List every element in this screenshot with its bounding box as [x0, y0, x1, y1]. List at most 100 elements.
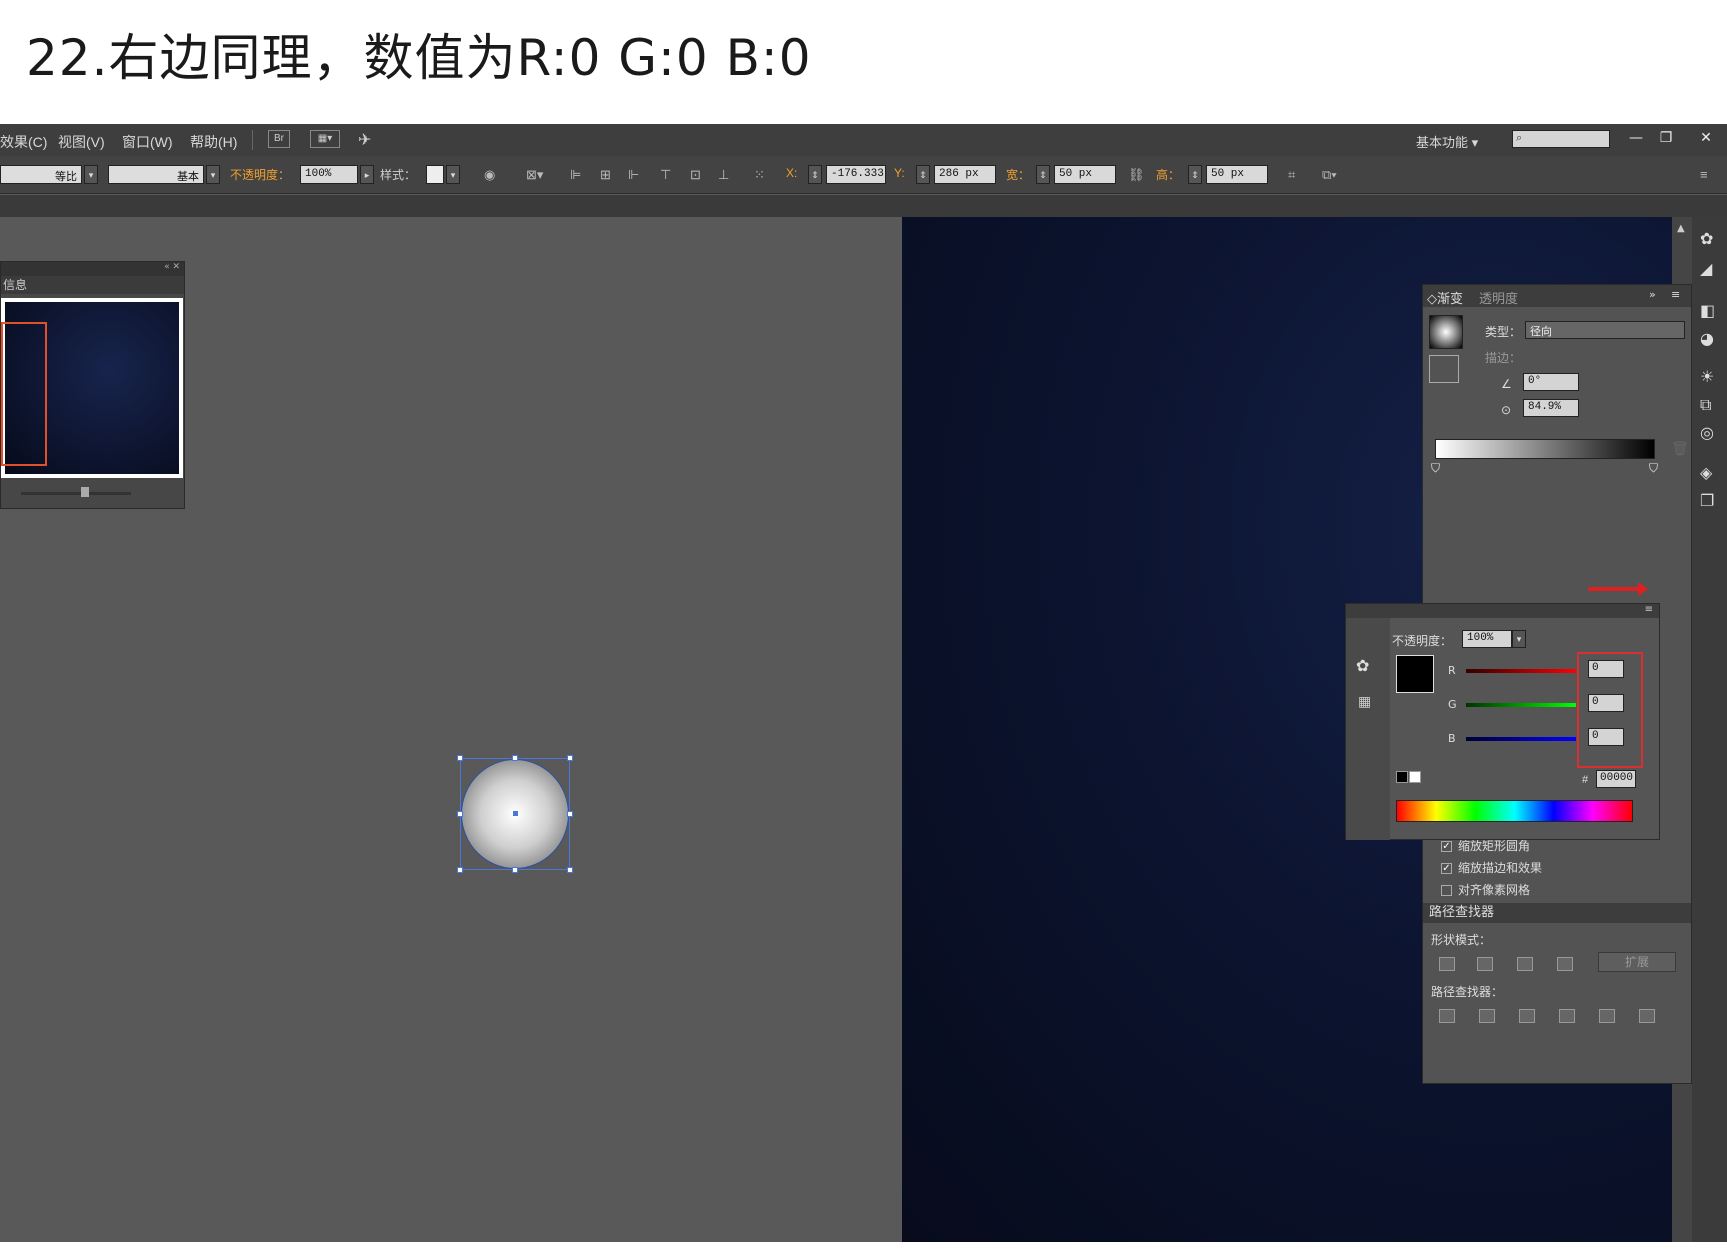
transform-icon[interactable]: ⌗: [1288, 167, 1295, 183]
color-spectrum[interactable]: [1396, 800, 1633, 822]
swatches-icon[interactable]: ▦: [1358, 694, 1371, 710]
brush-dropdown-icon[interactable]: ▾: [206, 165, 220, 184]
collapse-icon[interactable]: »: [1649, 288, 1656, 301]
navigator-header[interactable]: « ✕: [1, 262, 184, 276]
tab-gradient[interactable]: ◇渐变: [1427, 288, 1463, 307]
exclude-icon[interactable]: [1557, 957, 1573, 971]
recolor-icon[interactable]: ◉: [484, 167, 495, 183]
transform-dock-icon[interactable]: ⧉: [1700, 395, 1711, 415]
navigator-view-box[interactable]: [1, 322, 47, 466]
bridge-button[interactable]: Br: [268, 130, 290, 148]
intersect-icon[interactable]: [1517, 957, 1533, 971]
pathfinder-header[interactable]: 路径查找器: [1423, 903, 1691, 923]
crop-icon[interactable]: [1559, 1009, 1575, 1023]
width-stepper-icon[interactable]: ⇕: [1036, 165, 1050, 184]
navigator-zoom-slider[interactable]: [21, 492, 131, 495]
workspace-switcher[interactable]: 基本功能 ▾: [1416, 132, 1478, 151]
navigator-thumbnail[interactable]: [1, 298, 183, 478]
align-left-icon[interactable]: ⊫: [570, 167, 581, 183]
transparency-dock-icon[interactable]: ◧: [1700, 301, 1715, 320]
brush-definition[interactable]: 基本: [108, 165, 204, 184]
handle-bottom-right[interactable]: [567, 867, 573, 873]
opacity-arrow-icon[interactable]: ▸: [360, 165, 374, 184]
g-slider[interactable]: [1466, 703, 1576, 707]
handle-top-right[interactable]: [567, 755, 573, 761]
unite-icon[interactable]: [1439, 957, 1455, 971]
option-scale-strokes[interactable]: ✓ 缩放描边和效果: [1441, 859, 1542, 876]
y-stepper-icon[interactable]: ⇕: [916, 165, 930, 184]
pathfinder-dock-icon[interactable]: ◎: [1700, 423, 1714, 442]
opacity-field[interactable]: 100%: [300, 165, 358, 184]
handle-top[interactable]: [512, 755, 518, 761]
opacity-label[interactable]: 不透明度：: [230, 166, 290, 183]
isolate-icon[interactable]: ⧉▾: [1322, 167, 1337, 183]
profile-dropdown-icon[interactable]: ▾: [84, 165, 98, 184]
handle-bottom[interactable]: [512, 867, 518, 873]
gradient-preview-swatch[interactable]: [1429, 315, 1463, 349]
search-field[interactable]: ⌕: [1512, 130, 1610, 148]
align-to-icon[interactable]: ⊠▾: [526, 167, 543, 183]
option-align-pixel-grid[interactable]: 对齐像素网格: [1441, 881, 1530, 898]
menu-view[interactable]: 视图(V): [58, 132, 105, 152]
scroll-up-icon[interactable]: ▲: [1677, 223, 1685, 234]
panel-menu-icon[interactable]: ≡: [1671, 288, 1680, 301]
color-panel-header[interactable]: ≡: [1346, 604, 1659, 618]
b-slider[interactable]: [1466, 737, 1576, 741]
type-dropdown[interactable]: 径向: [1525, 321, 1685, 339]
merge-icon[interactable]: [1519, 1009, 1535, 1023]
height-stepper-icon[interactable]: ⇕: [1188, 165, 1202, 184]
fill-stroke-icon[interactable]: [1429, 355, 1459, 383]
checkbox-scale-corners[interactable]: ✓: [1441, 841, 1452, 852]
arrange-documents-icon[interactable]: ▦▾: [310, 130, 340, 148]
x-field[interactable]: -176.333: [826, 165, 886, 184]
handle-top-left[interactable]: [457, 755, 463, 761]
align-top-icon[interactable]: ⊤: [660, 167, 671, 183]
minus-front-icon[interactable]: [1477, 957, 1493, 971]
color-swatch-black[interactable]: [1396, 655, 1434, 693]
trim-icon[interactable]: [1479, 1009, 1495, 1023]
align-vcenter-icon[interactable]: ⊡: [690, 167, 701, 183]
expand-button[interactable]: 扩展: [1598, 952, 1676, 972]
panel-menu-icon[interactable]: ≡: [1700, 167, 1708, 182]
handle-left[interactable]: [457, 811, 463, 817]
tab-transparency[interactable]: 透明度: [1479, 288, 1518, 307]
gpu-performance-icon[interactable]: ✈: [358, 130, 371, 149]
color-mode-icon[interactable]: ✿: [1356, 656, 1369, 675]
menu-effect[interactable]: 效果(C): [0, 132, 47, 152]
color-guide-icon[interactable]: ✿: [1700, 229, 1713, 248]
symbols-dock-icon[interactable]: ☀: [1700, 367, 1714, 386]
angle-field[interactable]: 0°: [1523, 373, 1579, 391]
gradient-stop-white[interactable]: ⛉: [1431, 461, 1440, 476]
hex-field[interactable]: 00000: [1596, 770, 1636, 788]
minus-back-icon[interactable]: [1639, 1009, 1655, 1023]
navigator-zoom-knob[interactable]: [81, 487, 89, 497]
x-stepper-icon[interactable]: ⇕: [808, 165, 822, 184]
handle-bottom-left[interactable]: [457, 867, 463, 873]
style-swatch[interactable]: [426, 165, 444, 184]
black-swatch[interactable]: [1396, 771, 1408, 783]
delete-stop-icon[interactable]: 🗑: [1671, 441, 1689, 457]
appearance-dock-icon[interactable]: ◕: [1700, 329, 1714, 348]
white-swatch[interactable]: [1409, 771, 1421, 783]
menu-window[interactable]: 窗口(W): [122, 132, 173, 152]
width-field[interactable]: 50 px: [1054, 165, 1116, 184]
menu-help[interactable]: 帮助(H): [190, 132, 237, 152]
aspect-ratio-field[interactable]: 84.9%: [1523, 399, 1579, 417]
r-slider[interactable]: [1466, 669, 1576, 673]
constrain-proportions-icon[interactable]: ⛓: [1128, 167, 1145, 183]
color-opacity-field[interactable]: 100%: [1462, 630, 1512, 648]
layers-dock-icon[interactable]: ◈: [1700, 463, 1712, 482]
align-right-icon[interactable]: ⊩: [628, 167, 639, 183]
gradient-stop-black[interactable]: ⛉: [1649, 461, 1658, 476]
artboards-dock-icon[interactable]: ❐: [1700, 491, 1714, 510]
align-bottom-icon[interactable]: ⊥: [718, 167, 729, 183]
color-panel-menu-icon[interactable]: ≡: [1645, 604, 1653, 615]
color-opacity-dropdown-icon[interactable]: ▾: [1512, 630, 1526, 648]
align-hcenter-icon[interactable]: ⊞: [600, 167, 611, 183]
navigator-tab[interactable]: 信息: [1, 276, 184, 294]
restore-button[interactable]: ❐: [1654, 128, 1678, 148]
gradient-dock-icon[interactable]: ◢: [1700, 259, 1712, 278]
height-field[interactable]: 50 px: [1206, 165, 1268, 184]
reference-point-icon[interactable]: ⁙: [754, 167, 765, 183]
handle-right[interactable]: [567, 811, 573, 817]
